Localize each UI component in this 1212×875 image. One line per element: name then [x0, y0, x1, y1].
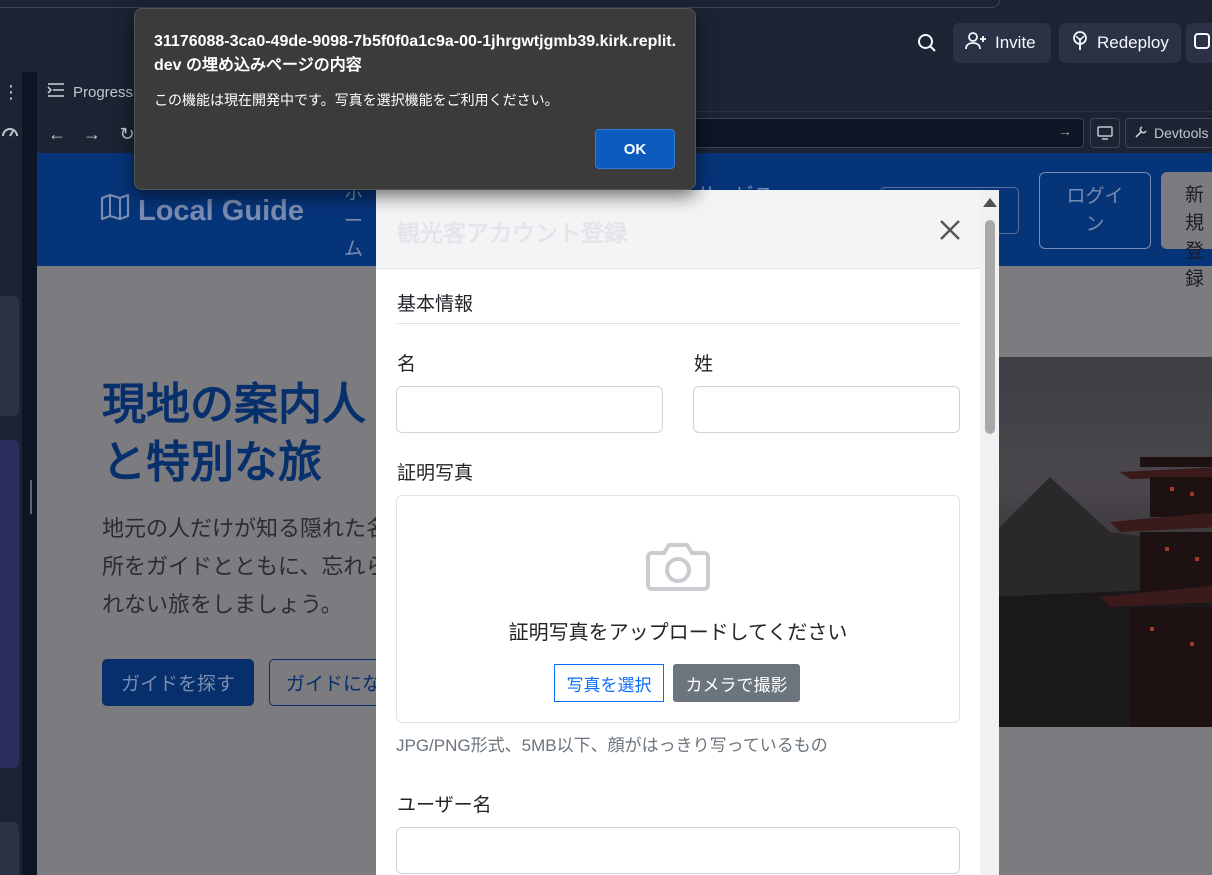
tab-progress-label: Progress: [73, 83, 134, 101]
redeploy-button[interactable]: Redeploy: [1059, 23, 1181, 63]
deploy-icon: [1071, 30, 1089, 56]
invite-button[interactable]: Invite: [953, 23, 1051, 63]
signup-button[interactable]: 新規登録: [1161, 172, 1212, 290]
last-name-label: 姓: [694, 354, 714, 375]
hero-image: [990, 357, 1212, 727]
find-guide-button[interactable]: ガイドを探す: [102, 659, 254, 706]
brand-label: Local Guide: [138, 194, 304, 227]
resize-handle[interactable]: [30, 480, 34, 514]
login-button[interactable]: ログイン: [1039, 172, 1151, 249]
close-icon[interactable]: [934, 214, 966, 246]
scroll-up-arrow-icon[interactable]: [983, 198, 997, 207]
photo-help-text: JPG/PNG形式、5MB以下、顔がはっきり写っているもの: [396, 736, 828, 755]
hero-title: 現地の案内人と特別な旅: [102, 380, 366, 487]
redeploy-label: Redeploy: [1097, 33, 1169, 52]
camera-icon: [646, 541, 710, 593]
more-vertical-icon[interactable]: ⋮: [2, 82, 20, 103]
tab-progress[interactable]: Progress: [37, 72, 141, 112]
alert-ok-button[interactable]: OK: [595, 129, 675, 169]
panel-icon: [1194, 32, 1210, 54]
add-user-icon: [965, 31, 987, 55]
devtools-button[interactable]: Devtools: [1125, 118, 1212, 148]
search-icon[interactable]: [912, 28, 942, 58]
back-icon[interactable]: ←: [44, 121, 70, 147]
scrollbar-thumb[interactable]: [985, 220, 995, 434]
camera-capture-button[interactable]: カメラで撮影: [673, 664, 800, 702]
sidebar-card-highlight: [0, 440, 19, 768]
id-photo-label: 証明写真: [397, 463, 474, 484]
sidebar-card: [0, 822, 19, 875]
first-name-label: 名: [397, 354, 417, 375]
invite-label: Invite: [995, 33, 1036, 52]
username-input[interactable]: [396, 827, 960, 874]
sidebar-card: [0, 296, 19, 416]
first-name-input[interactable]: [396, 386, 663, 433]
username-label: ユーザー名: [397, 795, 492, 816]
open-url-icon[interactable]: →: [1058, 123, 1072, 139]
forward-icon[interactable]: →: [79, 121, 105, 147]
devtools-label: Devtools: [1154, 125, 1209, 141]
url-bar[interactable]: [690, 118, 1084, 148]
nav-home[interactable]: ホーム: [344, 180, 374, 264]
alert-title: 31176088-3ca0-49de-9098-7b5f0f0a1c9a-00-…: [154, 33, 677, 74]
gauge-icon[interactable]: [0, 122, 20, 142]
hero-subtitle: 地元の人だけが知る隠れた名所をガイドとともに、忘れられない旅をしましょう。: [102, 516, 389, 617]
section-basic-info: 基本情報: [397, 294, 474, 315]
last-name-input[interactable]: [693, 386, 960, 433]
alert-message: この機能は現在開発中です。写真を選択機能をご利用ください。: [154, 92, 559, 108]
progress-icon: [47, 82, 65, 102]
map-icon: [100, 193, 130, 229]
select-photo-button[interactable]: 写真を選択: [554, 664, 664, 702]
section-divider: [397, 323, 960, 324]
wrench-icon: [1134, 125, 1148, 142]
device-icon[interactable]: [1090, 118, 1120, 148]
site-brand[interactable]: Local Guide: [100, 193, 304, 229]
address-strip: [0, 0, 1000, 8]
more-panel-button[interactable]: [1186, 23, 1212, 63]
modal-title: 観光客アカウント登録: [397, 220, 627, 246]
upload-prompt: 証明写真をアップロードしてください: [508, 622, 848, 644]
